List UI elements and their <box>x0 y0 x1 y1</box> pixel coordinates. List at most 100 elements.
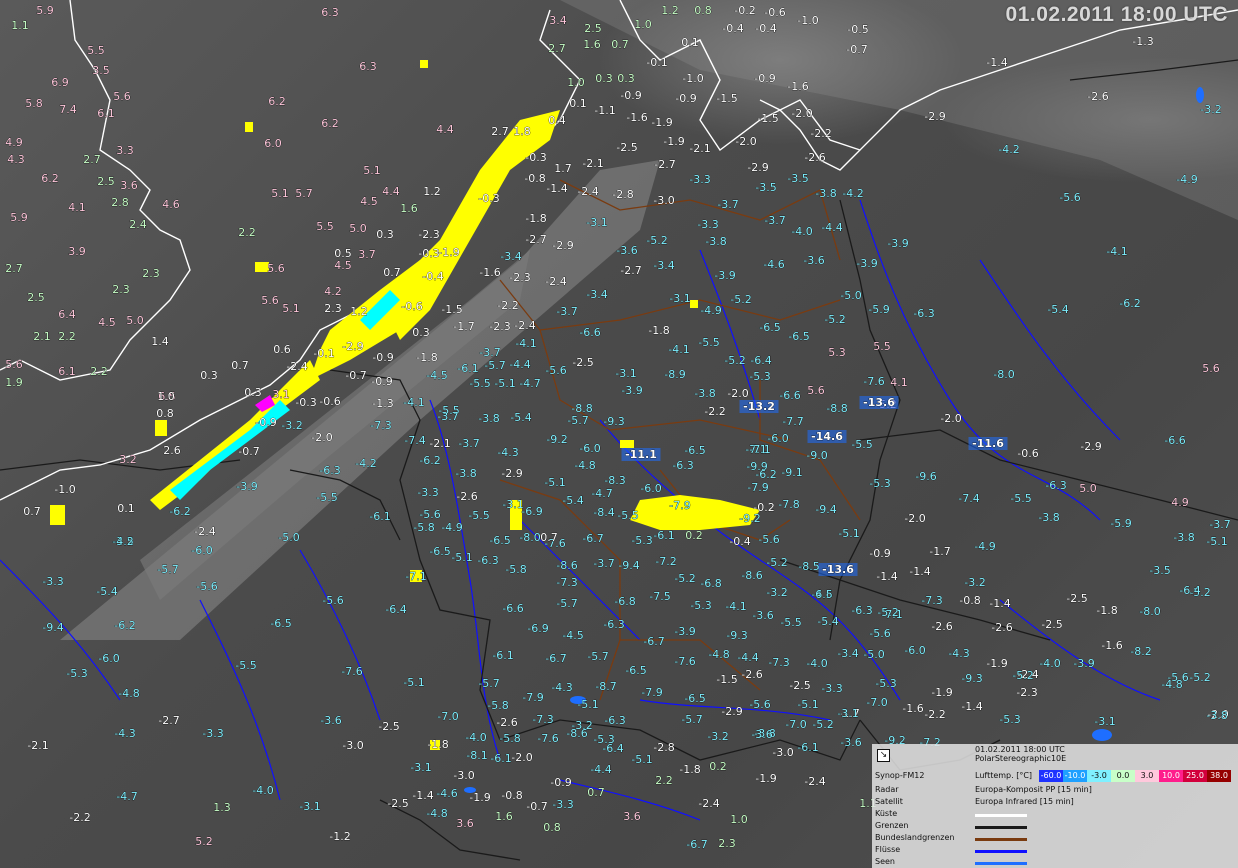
station-temperature: -2.2 <box>497 299 518 312</box>
station-temperature: 0.3 <box>200 369 218 382</box>
station-temperature: -0.8 <box>524 172 545 185</box>
station-temperature: -5.1 <box>451 551 472 564</box>
station-temperature: -2.9 <box>747 161 768 174</box>
station-temperature: 0.2 <box>709 760 727 773</box>
station-temperature: 3.1 <box>272 388 290 401</box>
legend-radar-desc: Europa-Komposit PP [15 min] <box>975 785 1092 794</box>
station-temperature: -2.0 <box>311 431 332 444</box>
station-temperature: -4.8 <box>574 459 595 472</box>
station-temperature: -0.3 <box>478 192 499 205</box>
station-temperature: 4.3 <box>7 153 25 166</box>
station-temperature: -1.2 <box>329 830 350 843</box>
station-temperature: -6.1 <box>369 510 390 523</box>
station-temperature: -9.0 <box>806 449 827 462</box>
station-temperature: -1.1 <box>594 104 615 117</box>
station-temperature: -0.2 <box>734 4 755 17</box>
station-temperature: -1.3 <box>372 397 393 410</box>
station-temperature: -5.5 <box>780 616 801 629</box>
station-temperature: -3.7 <box>593 557 614 570</box>
station-temperature: -7.6 <box>863 375 884 388</box>
station-temperature: -3.4 <box>586 288 607 301</box>
legend-satellit-label: Satellit <box>875 797 903 806</box>
station-temperature: -2.4 <box>698 797 719 810</box>
station-temperature: 4.2 <box>324 285 342 298</box>
station-temperature: 6.2 <box>41 172 59 185</box>
station-temperature: -6.0 <box>191 544 212 557</box>
station-temperature: -13.6 <box>822 563 854 576</box>
station-temperature: -5.0 <box>278 531 299 544</box>
station-temperature: -2.9 <box>501 467 522 480</box>
station-temperature: -0.3 <box>525 151 546 164</box>
station-temperature: 3.2 <box>119 453 137 466</box>
station-temperature: -3.1 <box>299 800 320 813</box>
station-temperature: -1.9 <box>438 246 459 259</box>
station-temperature: -1.4 <box>909 565 930 578</box>
station-temperature: -3.6 <box>751 728 772 741</box>
station-temperature: -6.5 <box>489 534 510 547</box>
station-temperature: -5.7 <box>478 677 499 690</box>
station-temperature: 2.4 <box>129 218 147 231</box>
station-temperature: 2.2 <box>238 226 256 239</box>
station-temperature: -1.8 <box>416 351 437 364</box>
station-temperature: 0.4 <box>548 114 566 127</box>
station-temperature: -0.9 <box>550 776 571 789</box>
station-temperature: -2.8 <box>612 188 633 201</box>
station-temperature: -4.4 <box>821 221 842 234</box>
station-temperature: -3.7 <box>764 214 785 227</box>
station-temperature: -6.5 <box>759 321 780 334</box>
station-temperature: 2.3 <box>718 837 736 850</box>
station-temperature: -0.9 <box>371 375 392 388</box>
legend-fluesse-label: Flüsse <box>875 845 901 854</box>
station-temperature: -2.5 <box>378 720 399 733</box>
station-temperature: 1.8 <box>513 125 531 138</box>
station-temperature: -6.7 <box>582 532 603 545</box>
station-temperature: -5.2 <box>724 354 745 367</box>
station-temperature: -5.7 <box>567 414 588 427</box>
station-temperature: -7.4 <box>404 434 425 447</box>
station-temperature: -0.9 <box>675 92 696 105</box>
station-temperature: -2.4 <box>514 319 535 332</box>
station-temperature: 4.6 <box>162 198 180 211</box>
station-temperature: -2.6 <box>804 151 825 164</box>
station-temperature: -3.7 <box>479 346 500 359</box>
station-temperature: -5.6 <box>419 508 440 521</box>
station-temperature: -0.9 <box>754 72 775 85</box>
station-temperature: -4.1 <box>515 337 536 350</box>
station-temperature: 3.3 <box>116 144 134 157</box>
station-temperature: -3.8 <box>1206 709 1227 722</box>
station-temperature: -4.2 <box>998 143 1019 156</box>
station-temperature: -0.4 <box>755 22 776 35</box>
station-temperature: 2.2 <box>90 365 108 378</box>
station-temperature: -3.3 <box>42 575 63 588</box>
station-temperature: -3.6 <box>840 736 861 749</box>
station-temperature: -7.3 <box>532 713 553 726</box>
station-temperature: -7.9 <box>522 691 543 704</box>
station-temperature: 6.4 <box>58 308 76 321</box>
station-temperature: -4.9 <box>1176 173 1197 186</box>
station-temperature: -2.9 <box>721 705 742 718</box>
station-temperature: -6.3 <box>851 604 872 617</box>
weather-map: 5.9 1.1 6.3 3.4 2.5 1.0 1.2 0.8 -0.2 -0.6 -1.0 5.5 2… <box>0 0 1238 868</box>
station-temperature: -3.9 <box>236 480 257 493</box>
station-temperature: -1.7 <box>453 320 474 333</box>
station-temperature: -4.0 <box>806 657 827 670</box>
legend-synop-label: Synop-FM12 <box>875 771 925 780</box>
station-temperature: 5.6 <box>1202 362 1220 375</box>
legend-toggle-icon[interactable]: ↘ <box>877 749 890 762</box>
timestamp: 01.02.2011 18:00 UTC <box>1005 3 1228 26</box>
station-temperature: 4.4 <box>382 185 400 198</box>
station-temperature: -5.5 <box>851 438 872 451</box>
station-temperature: -8.5 <box>798 560 819 573</box>
legend-lufttemp-label: Lufttemp. [°C] <box>975 771 1033 780</box>
station-temperature: -4.6 <box>436 787 457 800</box>
legend-radar-label: Radar <box>875 785 899 794</box>
station-temperature: 4.4 <box>436 123 454 136</box>
station-temperature: -2.2 <box>69 811 90 824</box>
station-temperature: -5.8 <box>505 563 526 576</box>
station-temperature: -5.7 <box>556 597 577 610</box>
station-temperature: -4.7 <box>591 487 612 500</box>
station-temperature: -6.1 <box>653 529 674 542</box>
station-temperature: -5.3 <box>749 370 770 383</box>
station-temperature: -1.9 <box>986 657 1007 670</box>
station-temperature: -2.7 <box>525 233 546 246</box>
